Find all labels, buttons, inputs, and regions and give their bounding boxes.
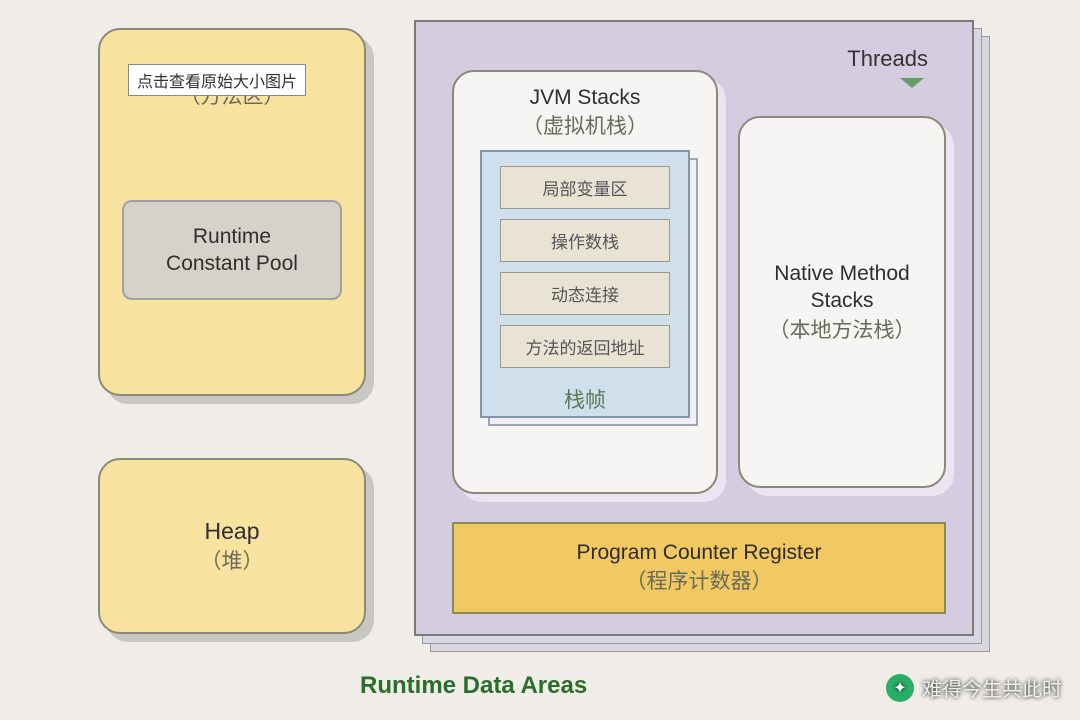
stack-frame-item: 操作数栈 bbox=[500, 219, 670, 262]
heap-box: Heap （堆） bbox=[98, 458, 366, 634]
heap-subtitle: （堆） bbox=[201, 545, 264, 575]
heap-title: Heap bbox=[205, 518, 260, 545]
wechat-icon: ✦ bbox=[886, 674, 914, 702]
diagram-canvas: （方法区） Runtime Constant Pool 点击查看原始大小图片 H… bbox=[0, 0, 1080, 720]
stack-frame-item: 动态连接 bbox=[500, 272, 670, 315]
watermark-text: 难得今生共此时 bbox=[922, 673, 1062, 702]
threads-label: Threads bbox=[847, 46, 928, 72]
stack-frame-item: 方法的返回地址 bbox=[500, 325, 670, 368]
threads-box: Threads JVM Stacks （虚拟机栈） 局部变量区 操作数栈 动态连… bbox=[414, 20, 974, 636]
runtime-constant-pool-box: Runtime Constant Pool bbox=[122, 200, 342, 300]
pcr-subtitle: （程序计数器） bbox=[626, 565, 773, 595]
stack-frame-box: 局部变量区 操作数栈 动态连接 方法的返回地址 栈帧 bbox=[480, 150, 690, 418]
native-stacks-subtitle: （本地方法栈） bbox=[769, 314, 916, 344]
pcr-title: Program Counter Register bbox=[576, 541, 821, 565]
footer-title: Runtime Data Areas bbox=[360, 672, 587, 700]
native-stacks-title: Native Method Stacks bbox=[774, 260, 909, 315]
jvm-stacks-box: JVM Stacks （虚拟机栈） 局部变量区 操作数栈 动态连接 方法的返回地… bbox=[452, 70, 718, 494]
chevron-down-icon bbox=[900, 78, 924, 88]
jvm-stacks-subtitle: （虚拟机栈） bbox=[454, 110, 716, 140]
stack-frame-item: 局部变量区 bbox=[500, 166, 670, 209]
jvm-stacks-title: JVM Stacks bbox=[454, 86, 716, 110]
watermark: ✦ 难得今生共此时 bbox=[886, 673, 1062, 702]
pcr-box: Program Counter Register （程序计数器） bbox=[452, 522, 946, 614]
click-hint-label[interactable]: 点击查看原始大小图片 bbox=[128, 64, 306, 96]
native-stacks-box: Native Method Stacks （本地方法栈） bbox=[738, 116, 946, 488]
stack-frame-title: 栈帧 bbox=[482, 378, 688, 414]
